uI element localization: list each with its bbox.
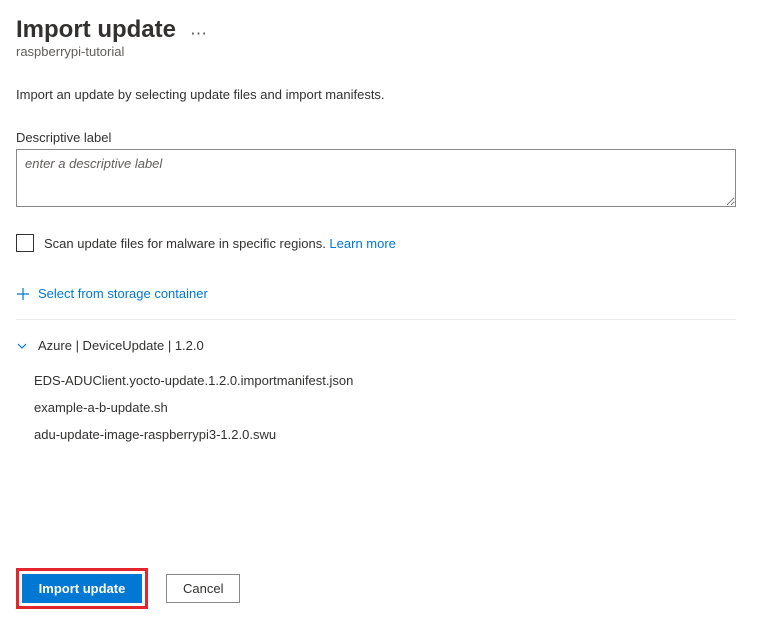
scan-malware-text: Scan update files for malware in specifi…: [44, 236, 329, 251]
update-group-toggle[interactable]: Azure | DeviceUpdate | 1.2.0: [16, 334, 736, 357]
breadcrumb-subtitle: raspberrypi-tutorial: [16, 44, 748, 59]
plus-icon: [16, 287, 30, 301]
descriptive-label-input[interactable]: [16, 149, 736, 207]
list-item: EDS-ADUClient.yocto-update.1.2.0.importm…: [34, 367, 736, 394]
update-group-title: Azure | DeviceUpdate | 1.2.0: [38, 338, 204, 353]
intro-text: Import an update by selecting update fil…: [16, 87, 748, 102]
list-item: example-a-b-update.sh: [34, 394, 736, 421]
scan-malware-checkbox[interactable]: [16, 234, 34, 252]
update-group: Azure | DeviceUpdate | 1.2.0 EDS-ADUClie…: [16, 334, 736, 448]
divider: [16, 319, 736, 320]
list-item: adu-update-image-raspberrypi3-1.2.0.swu: [34, 421, 736, 448]
learn-more-link[interactable]: Learn more: [329, 236, 395, 251]
footer-actions: Import update Cancel: [16, 568, 748, 609]
chevron-down-icon: [16, 340, 28, 352]
page-title: Import update: [16, 16, 176, 44]
more-icon[interactable]: ⋯: [190, 24, 208, 44]
file-list: EDS-ADUClient.yocto-update.1.2.0.importm…: [16, 367, 736, 448]
scan-malware-label: Scan update files for malware in specifi…: [44, 236, 396, 251]
select-storage-label: Select from storage container: [38, 286, 208, 301]
descriptive-label-caption: Descriptive label: [16, 130, 748, 145]
highlight-box: Import update: [16, 568, 148, 609]
select-storage-button[interactable]: Select from storage container: [16, 280, 748, 307]
